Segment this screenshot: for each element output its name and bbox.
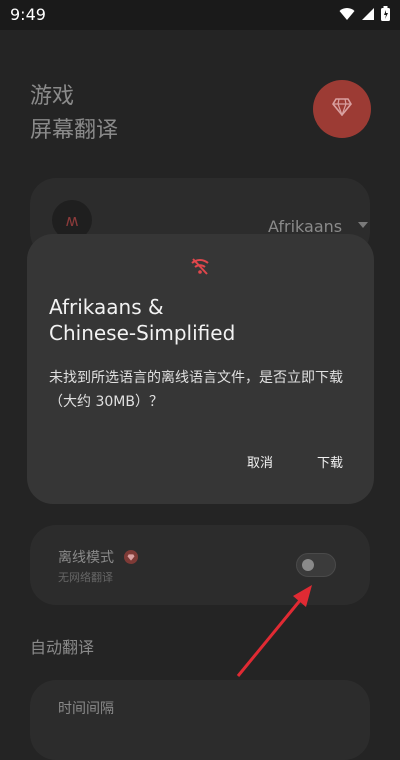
wifi-icon (339, 7, 355, 21)
dialog-message: 未找到所选语言的离线语言文件，是否立即下载（大约 30MB）？ (49, 370, 343, 410)
wifi-off-icon (189, 256, 211, 280)
download-dialog: Afrikaans & Chinese-Simplified 未找到所选语言的离… (27, 234, 374, 504)
dialog-title: Afrikaans & Chinese-Simplified (49, 295, 236, 345)
download-button[interactable]: 下载 (309, 446, 351, 477)
battery-icon (381, 6, 390, 21)
status-time: 9:49 (10, 5, 46, 24)
cancel-button[interactable]: 取消 (239, 446, 281, 477)
signal-icon (361, 7, 375, 21)
status-bar: 9:49 (0, 0, 400, 30)
